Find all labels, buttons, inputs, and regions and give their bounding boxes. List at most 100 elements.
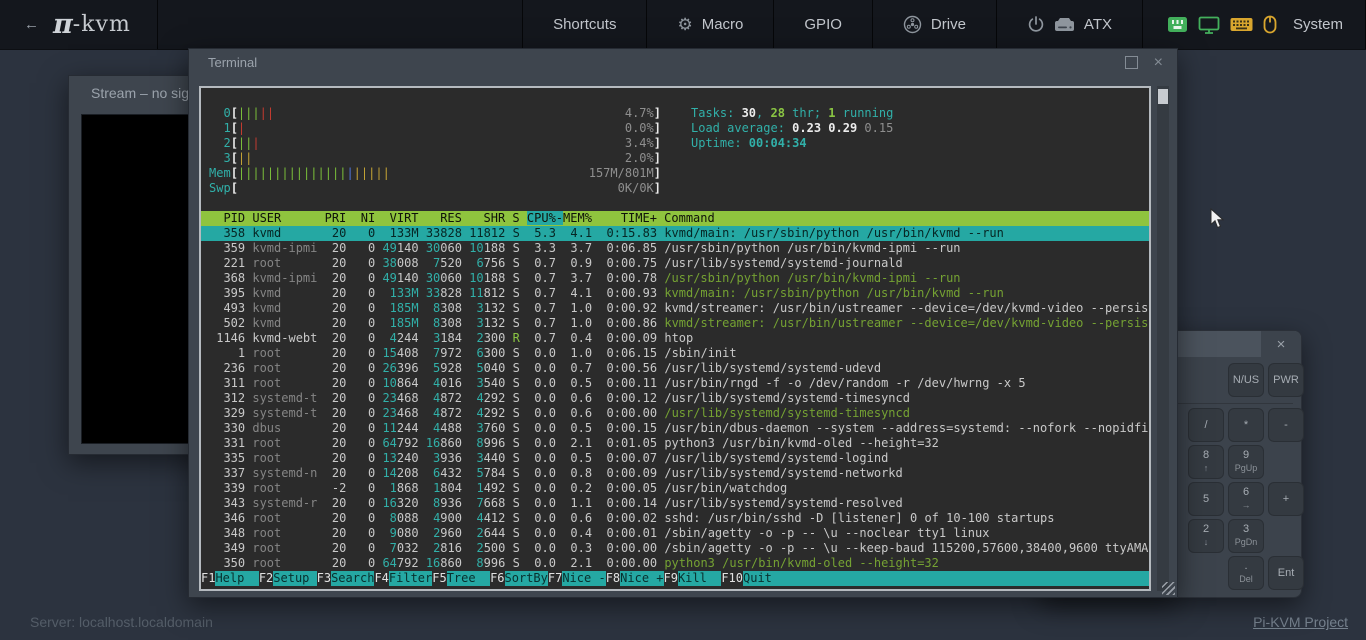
process-table-header[interactable]: PID USER PRI NI VIRT RES SHR S CPU%-MEM%… [201, 211, 1149, 226]
power-icon [1027, 15, 1045, 34]
menu-gpio[interactable]: GPIO [773, 0, 872, 49]
resize-grip[interactable] [1162, 582, 1175, 595]
process-row[interactable]: 359 kvmd-ipmi 20 0 49140 30060 10188 S 3… [201, 241, 1149, 256]
top-nav: ← π-kvm Shortcuts ⚙ Macro GPIO Drive AT [0, 0, 1366, 50]
monitor-status-icon [1198, 16, 1220, 34]
menu-atx-label: ATX [1084, 16, 1112, 33]
process-row[interactable]: 1146 kvmd-webt 20 0 4244 3184 2300 R 0.7… [201, 331, 1149, 346]
keypad-key-5[interactable]: 5 [1188, 482, 1224, 516]
keypad-key-minus[interactable]: - [1268, 408, 1304, 442]
meter-2: 2[|||3.4%] [209, 136, 661, 151]
process-row[interactable]: 329 systemd-t 20 0 23468 4872 4292 S 0.0… [201, 406, 1149, 421]
htop-system-info: Tasks: 30, 28 thr; 1 runningLoad average… [691, 106, 893, 151]
meter-1: 1[|0.0%] [209, 121, 661, 136]
process-row[interactable]: 348 root 20 0 9080 2960 2644 S 0.0 0.4 0… [201, 526, 1149, 541]
mouse-cursor [1210, 208, 1224, 229]
keypad-key-8[interactable]: 8↑ [1188, 445, 1224, 479]
keypad-key-del[interactable]: .Del [1228, 556, 1264, 590]
keypad-key-numlock[interactable]: N/US [1228, 363, 1264, 397]
project-link[interactable]: Pi-KVM Project [1253, 614, 1348, 630]
menu-shortcuts[interactable]: Shortcuts [522, 0, 646, 49]
process-row[interactable]: 493 kvmd 20 0 185M 8308 3132 S 0.7 1.0 0… [201, 301, 1149, 316]
process-row[interactable]: 330 dbus 20 0 11244 4488 3760 S 0.0 0.5 … [201, 421, 1149, 436]
fkey-f1[interactable]: F1 [201, 571, 215, 586]
menu-system[interactable]: System [1142, 0, 1366, 49]
process-row[interactable]: 221 root 20 0 38008 7520 6756 S 0.7 0.9 … [201, 256, 1149, 271]
fkey-f4[interactable]: F4 [374, 571, 388, 586]
htop-cpu-mem-meters: 0[|||||4.7%] 1[|0.0%] 2[|||3.4%] 3[||2.0… [209, 106, 661, 196]
menu-drive[interactable]: Drive [872, 0, 996, 49]
fkey-f10[interactable]: F10 [721, 571, 743, 586]
menu-shortcuts-label: Shortcuts [553, 16, 616, 33]
process-table: 358 kvmd 20 0 133M 33828 11812 S 5.3 4.1… [201, 226, 1149, 571]
fkey-f6[interactable]: F6 [490, 571, 504, 586]
keyboard-status-icon [1230, 17, 1253, 32]
fkey-f8[interactable]: F8 [606, 571, 620, 586]
process-row[interactable]: 395 kvmd 20 0 133M 33828 11812 S 0.7 4.1… [201, 286, 1149, 301]
menu-gpio-label: GPIO [804, 16, 842, 33]
process-row[interactable]: 346 root 20 0 8088 4900 4412 S 0.0 0.6 0… [201, 511, 1149, 526]
lan-status-icon [1167, 16, 1188, 33]
keypad-key-plus[interactable]: + [1268, 482, 1304, 516]
close-icon[interactable]: × [1154, 56, 1163, 69]
terminal-window: Terminal × 0[|||||4.7%] 1[|0.0%] 2[|||3.… [188, 48, 1178, 598]
menu-atx[interactable]: ATX [996, 0, 1142, 49]
process-row[interactable]: 349 root 20 0 7032 2816 2500 S 0.0 0.3 0… [201, 541, 1149, 556]
meter-mem: Mem[|||||||||||||||||||||157M/801M] [209, 166, 661, 181]
nav-menus: Shortcuts ⚙ Macro GPIO Drive ATX [522, 0, 1366, 49]
menu-macro-label: Macro [702, 16, 744, 33]
keypad-key-multiply[interactable]: * [1228, 408, 1264, 442]
terminal-screen[interactable]: 0[|||||4.7%] 1[|0.0%] 2[|||3.4%] 3[||2.0… [199, 86, 1151, 591]
terminal-scrollbar[interactable] [1157, 86, 1169, 591]
system-info-line: Load average: 0.23 0.29 0.15 [691, 121, 893, 136]
server-hostname: Server: localhost.localdomain [30, 614, 213, 630]
terminal-window-title: Terminal [208, 55, 257, 70]
meter-0: 0[|||||4.7%] [209, 106, 661, 121]
keypad-key-9[interactable]: 9PgUp [1228, 445, 1264, 479]
process-row[interactable]: 358 kvmd 20 0 133M 33828 11812 S 5.3 4.1… [201, 226, 1149, 241]
htop-function-key-bar[interactable]: F1Help F2Setup F3SearchF4FilterF5Tree F6… [201, 571, 1149, 586]
keypad-key-2[interactable]: 2↓ [1188, 519, 1224, 553]
process-row[interactable]: 343 systemd-r 20 0 16320 8936 7668 S 0.0… [201, 496, 1149, 511]
meter-swp: Swp[0K/0K] [209, 181, 661, 196]
process-row[interactable]: 335 root 20 0 13240 3936 3440 S 0.0 0.5 … [201, 451, 1149, 466]
app-logo[interactable]: ← π-kvm [0, 0, 158, 49]
menu-system-label: System [1293, 16, 1343, 33]
process-row[interactable]: 1 root 20 0 15408 7972 6300 S 0.0 1.0 0:… [201, 346, 1149, 361]
terminal-window-titlebar[interactable]: Terminal × [189, 49, 1177, 76]
gear-icon: ⚙ [677, 15, 692, 35]
keypad-key-divide[interactable]: / [1188, 408, 1224, 442]
system-info-line: Tasks: 30, 28 thr; 1 running [691, 106, 893, 121]
fkey-f5[interactable]: F5 [432, 571, 446, 586]
scrollbar-thumb[interactable] [1158, 89, 1168, 104]
menu-macro[interactable]: ⚙ Macro [646, 0, 773, 49]
back-arrow-icon: ← [24, 16, 39, 33]
process-row[interactable]: 350 root 20 0 64792 16860 8996 S 0.0 2.1… [201, 556, 1149, 571]
logo-suffix: -kvm [73, 12, 131, 37]
fkey-f9[interactable]: F9 [664, 571, 678, 586]
process-row[interactable]: 312 systemd-t 20 0 23468 4872 4292 S 0.0… [201, 391, 1149, 406]
fkey-f3[interactable]: F3 [317, 571, 331, 586]
process-row[interactable]: 311 root 20 0 10864 4016 3540 S 0.0 0.5 … [201, 376, 1149, 391]
meter-3: 3[||2.0%] [209, 151, 661, 166]
keypad-close-button[interactable]: × [1261, 331, 1301, 357]
keypad-key-power[interactable]: PWR [1268, 363, 1304, 397]
storage-icon [1054, 17, 1075, 33]
keypad-key-enter[interactable]: Ent [1268, 556, 1304, 590]
process-row[interactable]: 337 systemd-n 20 0 14208 6432 5784 S 0.0… [201, 466, 1149, 481]
process-row[interactable]: 331 root 20 0 64792 16860 8996 S 0.0 2.1… [201, 436, 1149, 451]
disc-icon [903, 15, 922, 34]
maximize-button[interactable] [1125, 56, 1138, 69]
mouse-status-icon [1263, 15, 1277, 34]
system-info-line: Uptime: 00:04:34 [691, 136, 893, 151]
process-row[interactable]: 502 kvmd 20 0 185M 8308 3132 S 0.7 1.0 0… [201, 316, 1149, 331]
fkey-f2[interactable]: F2 [259, 571, 273, 586]
keypad-key-6[interactable]: 6→ [1228, 482, 1264, 516]
logo-pi: π [53, 9, 73, 40]
fkey-f7[interactable]: F7 [548, 571, 562, 586]
process-row[interactable]: 368 kvmd-ipmi 20 0 49140 30060 10188 S 0… [201, 271, 1149, 286]
keypad-key-3[interactable]: 3PgDn [1228, 519, 1264, 553]
process-row[interactable]: 236 root 20 0 26396 5928 5040 S 0.0 0.7 … [201, 361, 1149, 376]
menu-drive-label: Drive [931, 16, 966, 33]
process-row[interactable]: 339 root -2 0 1868 1804 1492 S 0.0 0.2 0… [201, 481, 1149, 496]
